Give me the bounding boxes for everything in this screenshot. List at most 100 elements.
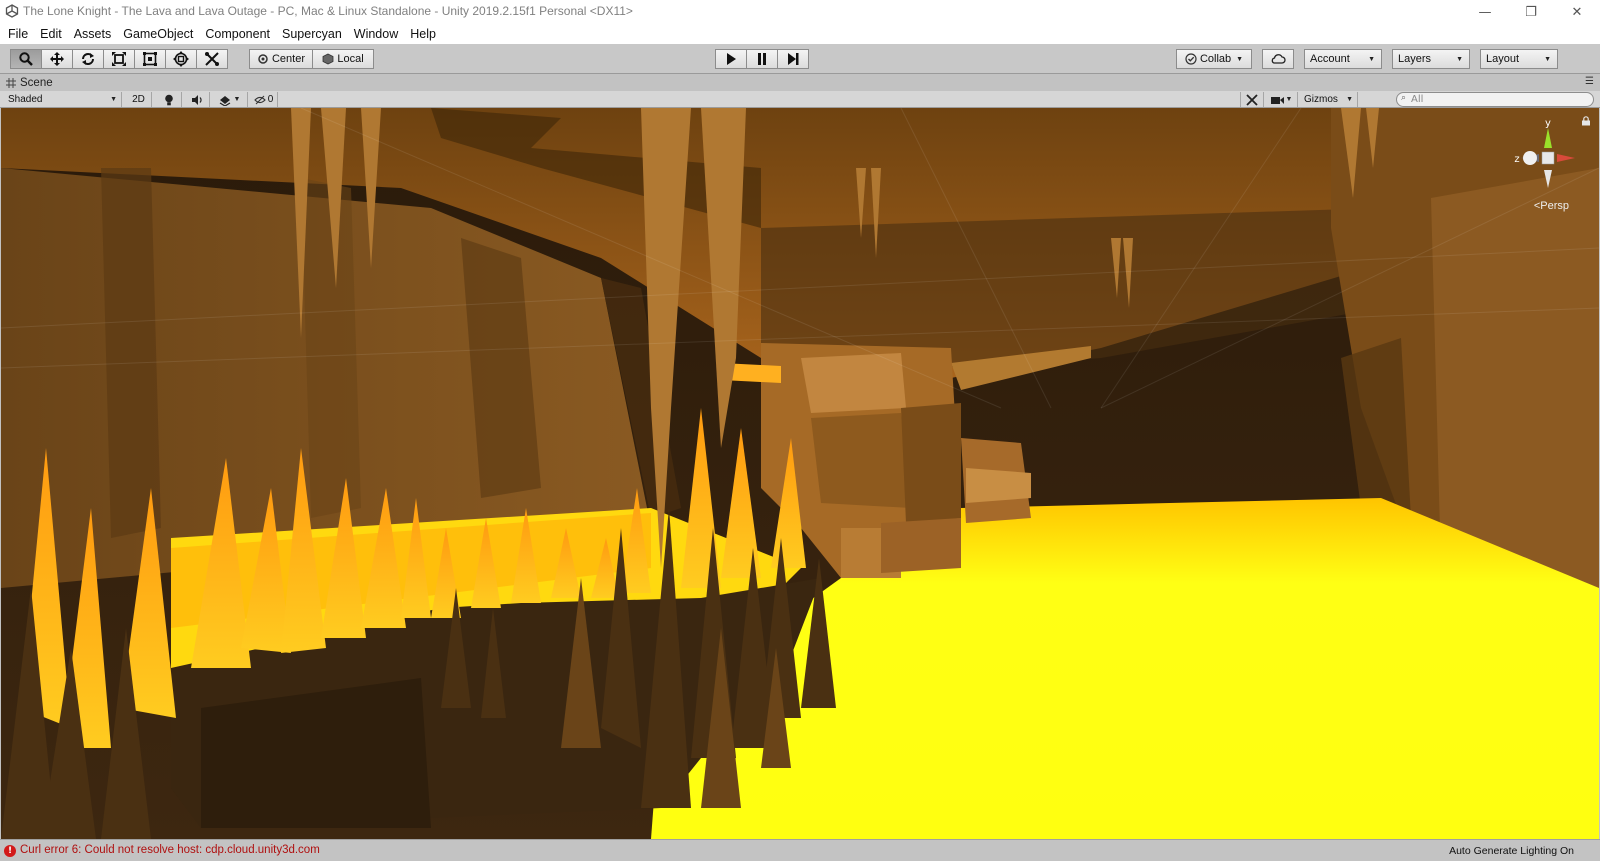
- scene-toolbar: Shaded ▼ 2D ▼ 0 ▼ Gizmos ▼ ⌕ All: [0, 91, 1600, 108]
- unity-editor-window: The Lone Knight - The Lava and Lava Outa…: [0, 0, 1600, 861]
- pause-button[interactable]: [746, 49, 778, 69]
- effects-dropdown[interactable]: ▼: [212, 92, 248, 107]
- chevron-down-icon: ▼: [1456, 55, 1463, 63]
- grid-icon: [6, 77, 16, 88]
- pivot-center-label: Center: [271, 53, 306, 65]
- mode-2d-toggle[interactable]: 2D: [126, 92, 152, 107]
- chevron-down-icon: ▼: [1544, 55, 1551, 63]
- custom-tool-icon: [205, 52, 219, 66]
- close-icon: ✕: [1571, 4, 1583, 20]
- chevron-down-icon: ▼: [110, 96, 117, 103]
- audio-toggle[interactable]: [184, 92, 210, 107]
- layout-label: Layout: [1486, 53, 1520, 65]
- minimize-icon: —: [1478, 4, 1492, 20]
- scene-viewport[interactable]: y z <Persp: [1, 108, 1599, 839]
- window-title: The Lone Knight - The Lava and Lava Outa…: [23, 4, 633, 18]
- play-icon: [727, 53, 736, 65]
- panel-menu-icon[interactable]: ☰: [1585, 76, 1594, 87]
- chevron-down-icon: ▼: [1236, 55, 1244, 63]
- lock-icon[interactable]: [1581, 116, 1591, 126]
- minimize-button[interactable]: —: [1462, 0, 1508, 24]
- local-space-icon: [322, 53, 334, 65]
- custom-tool-button[interactable]: [196, 49, 228, 69]
- error-icon: !: [4, 845, 16, 857]
- transform-tool-button[interactable]: [165, 49, 197, 69]
- transform-icon: [173, 51, 189, 67]
- menu-supercyan[interactable]: Supercyan: [276, 24, 348, 44]
- layers-dropdown[interactable]: Layers ▼: [1392, 49, 1470, 69]
- projection-label: Persp: [1540, 200, 1569, 212]
- hidden-count: 0: [267, 94, 274, 105]
- scale-icon: [112, 52, 126, 66]
- axis-z-label: z: [1514, 154, 1519, 165]
- menu-window[interactable]: Window: [348, 24, 404, 44]
- shading-mode-dropdown[interactable]: Shaded ▼: [4, 92, 122, 107]
- collab-label: Collab: [1199, 53, 1232, 65]
- play-button[interactable]: [715, 49, 747, 69]
- projection-toggle[interactable]: <Persp: [1534, 200, 1569, 212]
- rotate-icon: [82, 53, 94, 65]
- pivot-local-label: Local: [337, 53, 364, 65]
- console-error-message[interactable]: Curl error 6: Could not resolve host: cd…: [20, 844, 320, 856]
- restore-icon: ❐: [1525, 4, 1537, 20]
- gizmos-label: Gizmos: [1304, 94, 1338, 105]
- rect-icon: [143, 52, 157, 66]
- hand-tool-button[interactable]: [10, 49, 42, 69]
- chevron-down-icon: ▼: [1285, 96, 1293, 103]
- rotate-tool-button[interactable]: [72, 49, 104, 69]
- effects-icon: [219, 95, 230, 106]
- collab-dropdown[interactable]: Collab ▼: [1176, 49, 1252, 69]
- unity-logo-icon: [5, 4, 19, 18]
- chevron-down-icon: ▼: [233, 96, 241, 103]
- mode-2d-label: 2D: [132, 94, 145, 105]
- pivot-local-button[interactable]: Local: [312, 49, 374, 69]
- title-bar: The Lone Knight - The Lava and Lava Outa…: [0, 0, 1600, 24]
- auto-lighting-status: Auto Generate Lighting On: [1449, 845, 1574, 857]
- close-button[interactable]: ✕: [1554, 0, 1600, 24]
- camera-dropdown[interactable]: ▼: [1266, 92, 1298, 107]
- tools-icon: [1246, 93, 1258, 106]
- scene-tab-row: Scene ☰: [0, 74, 1600, 91]
- chevron-down-icon: ▼: [1368, 55, 1375, 63]
- move-tool-button[interactable]: [41, 49, 73, 69]
- menu-component[interactable]: Component: [199, 24, 276, 44]
- pivot-center-icon: [258, 54, 268, 64]
- search-placeholder: All: [1411, 94, 1424, 105]
- gizmos-dropdown[interactable]: Gizmos ▼: [1300, 92, 1358, 107]
- menu-gameobject[interactable]: GameObject: [117, 24, 199, 44]
- rect-tool-button[interactable]: [134, 49, 166, 69]
- pause-icon: [758, 53, 766, 65]
- scene-search-input[interactable]: ⌕ All: [1396, 92, 1594, 107]
- search-icon: ⌕: [1401, 93, 1407, 103]
- step-icon: [788, 53, 799, 65]
- menu-file[interactable]: File: [2, 24, 34, 44]
- pivot-center-button[interactable]: Center: [249, 49, 313, 69]
- move-icon: [50, 52, 64, 66]
- restore-button[interactable]: ❐: [1508, 0, 1554, 24]
- account-dropdown[interactable]: Account ▼: [1304, 49, 1382, 69]
- scene-tools-button[interactable]: [1240, 92, 1264, 107]
- axis-y-label: y: [1545, 118, 1551, 129]
- menu-assets[interactable]: Assets: [68, 24, 118, 44]
- tab-scene-label: Scene: [20, 76, 53, 89]
- chevron-down-icon: ▼: [1346, 96, 1353, 103]
- lighting-toggle[interactable]: [156, 92, 182, 107]
- eye-slash-icon: [253, 95, 266, 104]
- lightbulb-icon: [164, 94, 173, 105]
- menu-bar: File Edit Assets GameObject Component Su…: [0, 24, 1600, 44]
- shading-mode-label: Shaded: [8, 94, 43, 105]
- camera-icon: [1270, 96, 1284, 104]
- tab-scene[interactable]: Scene: [6, 74, 53, 91]
- account-label: Account: [1310, 53, 1350, 65]
- layers-label: Layers: [1398, 53, 1432, 65]
- menu-help[interactable]: Help: [404, 24, 442, 44]
- scale-tool-button[interactable]: [103, 49, 135, 69]
- cloud-button[interactable]: [1262, 49, 1294, 69]
- check-circle-icon: [1185, 53, 1197, 65]
- layout-dropdown[interactable]: Layout ▼: [1480, 49, 1558, 69]
- menu-edit[interactable]: Edit: [34, 24, 68, 44]
- hidden-objects-toggle[interactable]: 0: [250, 92, 278, 107]
- main-toolbar: Center Local Collab ▼ Account ▼ Layers ▼…: [0, 44, 1600, 74]
- hand-icon: [19, 52, 33, 66]
- step-button[interactable]: [777, 49, 809, 69]
